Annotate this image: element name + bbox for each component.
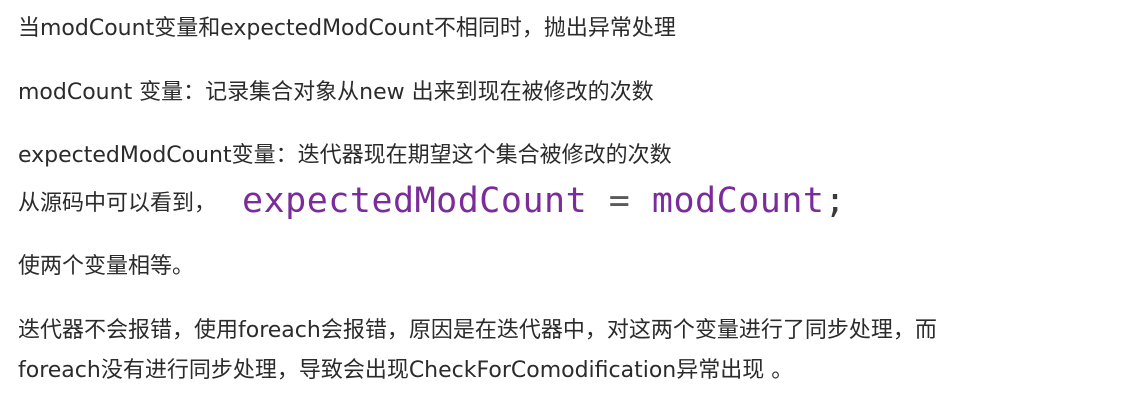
paragraph-source-code-line: 从源码中可以看到， expectedModCount = modCount; (18, 184, 846, 219)
paragraph-make-equal: 使两个变量相等。 (18, 254, 195, 279)
paragraph-foreach-explanation-1: 迭代器不会报错，使用foreach会报错，原因是在迭代器中，对这两个变量进行了同… (18, 318, 937, 343)
paragraph-foreach-explanation-2: foreach没有进行同步处理，导致会出现CheckForComodificat… (18, 358, 794, 383)
code-right-identifier: modCount (651, 181, 825, 221)
paragraph-modcount-mismatch: 当modCount变量和expectedModCount不相同时，抛出异常处理 (18, 16, 676, 41)
paragraph-modcount-definition: modCount 变量：记录集合对象从new 出来到现在被修改的次数 (18, 80, 654, 105)
source-code-intro-text: 从源码中可以看到， (18, 191, 217, 216)
code-left-identifier: expectedModCount (242, 181, 588, 221)
code-snippet: expectedModCount = modCount; (242, 181, 846, 221)
code-operator: = (608, 181, 631, 221)
code-terminator: ; (824, 181, 847, 221)
paragraph-expected-modcount-definition: expectedModCount变量：迭代器现在期望这个集合被修改的次数 (18, 143, 672, 168)
